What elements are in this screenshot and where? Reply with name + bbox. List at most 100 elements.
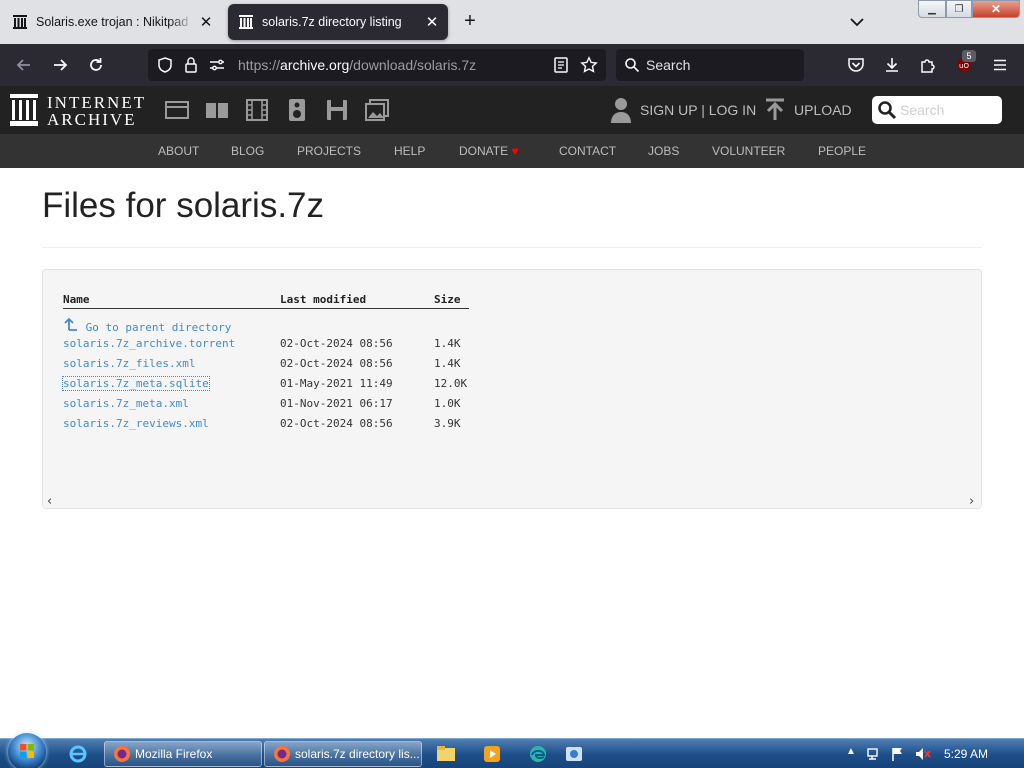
lock-icon[interactable] xyxy=(182,56,200,74)
file-link[interactable]: solaris.7z_meta.xml xyxy=(63,397,189,410)
nav-about[interactable]: ABOUT xyxy=(158,144,199,158)
upload-icon xyxy=(766,98,784,120)
heart-icon: ♥ xyxy=(511,144,519,158)
audio-speaker-icon[interactable] xyxy=(284,98,310,122)
control-panel-icon[interactable] xyxy=(556,741,592,767)
page-title: Files for solaris.7z xyxy=(42,186,325,225)
images-icon[interactable] xyxy=(364,98,390,122)
tab-nikitpad[interactable]: Solaris.exe trojan : Nikitpad : Fre ✕ xyxy=(2,4,222,40)
action-center-flag-icon[interactable] xyxy=(890,746,906,762)
media-player-icon[interactable] xyxy=(474,741,510,767)
file-modified: 02-Oct-2024 08:56 xyxy=(280,417,393,430)
windows-logo-icon xyxy=(20,744,34,758)
chevron-down-icon[interactable] xyxy=(846,12,868,32)
window-controls: ▁ ❐ ✕ xyxy=(918,0,1020,18)
back-button[interactable] xyxy=(12,53,36,77)
wordmark-line-2: ARCHIVE xyxy=(47,110,137,129)
tab-title: solaris.7z directory listing xyxy=(262,15,402,29)
taskbar-button-label: solaris.7z directory lis... xyxy=(295,747,420,761)
video-film-icon[interactable] xyxy=(244,98,270,122)
taskbar-firefox-button[interactable]: Mozilla Firefox xyxy=(104,741,262,767)
windows-taskbar: Mozilla Firefox solaris.7z directory lis… xyxy=(0,733,1024,768)
nav-volunteer[interactable]: VOLUNTEER xyxy=(712,144,785,158)
parent-directory-link[interactable]: Go to parent directory xyxy=(63,317,231,334)
file-link[interactable]: solaris.7z_meta.sqlite xyxy=(62,376,210,391)
show-hidden-icons-icon[interactable]: ▲ xyxy=(846,746,856,757)
ia-search-input[interactable]: Search xyxy=(872,96,1002,124)
network-icon[interactable] xyxy=(866,746,882,762)
file-modified: 01-Nov-2021 06:17 xyxy=(280,397,393,410)
volume-muted-icon[interactable] xyxy=(914,746,932,762)
extensions-button[interactable] xyxy=(916,53,940,77)
forward-button[interactable] xyxy=(48,53,72,77)
scroll-left-icon[interactable]: ‹ xyxy=(47,494,52,509)
internet-archive-wordmark[interactable]: INTERNET ARCHIVE xyxy=(47,94,146,128)
browser-tab-strip: Solaris.exe trojan : Nikitpad : Fre ✕ so… xyxy=(0,0,1024,44)
scroll-right-icon[interactable]: › xyxy=(969,494,974,509)
file-modified: 02-Oct-2024 08:56 xyxy=(280,357,393,370)
url-bar[interactable]: https://archive.org/download/solaris.7z xyxy=(148,49,606,81)
file-link[interactable]: solaris.7z_archive.torrent xyxy=(63,337,235,350)
bookmark-star-icon[interactable] xyxy=(580,56,598,74)
internet-explorer-icon[interactable] xyxy=(60,741,96,767)
shield-icon[interactable] xyxy=(156,56,174,74)
taskbar-solaris-button[interactable]: solaris.7z directory lis... xyxy=(264,741,422,767)
download-icon xyxy=(886,58,898,72)
search-icon xyxy=(878,101,897,120)
sign-up-log-in-link[interactable]: SIGN UP | LOG IN xyxy=(610,94,756,126)
file-link[interactable]: solaris.7z_files.xml xyxy=(63,357,195,370)
nav-jobs[interactable]: JOBS xyxy=(648,144,679,158)
new-tab-button[interactable]: + xyxy=(458,10,482,34)
nav-projects[interactable]: PROJECTS xyxy=(297,144,361,158)
pocket-icon xyxy=(848,58,864,72)
file-size: 1.4K xyxy=(434,337,461,350)
pocket-button[interactable] xyxy=(844,53,868,77)
file-link[interactable]: solaris.7z_reviews.xml xyxy=(63,417,209,430)
start-button[interactable] xyxy=(8,733,46,768)
restore-button[interactable]: ❐ xyxy=(946,0,972,18)
menu-button[interactable] xyxy=(988,53,1012,77)
internet-archive-logo-icon[interactable] xyxy=(10,94,38,126)
archive-favicon-icon xyxy=(13,15,27,29)
url-path: /download/solaris.7z xyxy=(349,57,477,73)
browser-search-bar[interactable]: Search xyxy=(616,49,804,81)
taskbar-button-label: Mozilla Firefox xyxy=(135,747,213,761)
close-window-button[interactable]: ✕ xyxy=(972,0,1020,18)
url-scheme: https:// xyxy=(238,57,281,73)
permissions-icon[interactable] xyxy=(208,56,226,74)
tab-close-icon[interactable]: ✕ xyxy=(194,13,218,31)
file-modified: 01-May-2021 11:49 xyxy=(280,377,393,390)
url-text[interactable]: https://archive.org/download/solaris.7z xyxy=(238,57,476,73)
file-size: 1.0K xyxy=(434,397,461,410)
upload-link[interactable]: UPLOAD xyxy=(764,94,852,126)
nav-blog[interactable]: BLOG xyxy=(231,144,264,158)
search-icon xyxy=(625,58,640,73)
hamburger-menu-icon xyxy=(994,59,1006,71)
reader-view-icon[interactable] xyxy=(552,56,570,74)
minimize-button[interactable]: ▁ xyxy=(918,0,946,18)
explorer-folder-icon[interactable] xyxy=(428,741,464,767)
nav-people[interactable]: PEOPLE xyxy=(818,144,866,158)
nav-donate[interactable]: DONATE ♥ xyxy=(459,144,519,158)
table-row: solaris.7z_files.xml 02-Oct-2024 08:56 1… xyxy=(63,357,483,373)
downloads-button[interactable] xyxy=(880,53,904,77)
reload-button[interactable] xyxy=(84,53,108,77)
table-row: solaris.7z_meta.sqlite 01-May-2021 11:49… xyxy=(62,376,483,393)
wordmark-line-1: INTERNET xyxy=(47,93,147,112)
software-floppy-icon[interactable] xyxy=(324,98,350,122)
ia-nav-bar: ABOUT BLOG PROJECTS HELP DONATE ♥ CONTAC… xyxy=(0,134,1024,168)
edge-icon[interactable] xyxy=(520,741,556,767)
clock[interactable]: 5:29 AM xyxy=(944,747,988,761)
texts-book-icon[interactable] xyxy=(204,98,230,122)
tab-solaris-listing[interactable]: solaris.7z directory listing ✕ xyxy=(228,4,448,40)
forward-arrow-icon xyxy=(54,59,68,71)
tab-close-icon[interactable]: ✕ xyxy=(420,13,444,31)
web-archive-icon[interactable] xyxy=(164,98,190,122)
ia-top-bar: INTERNET ARCHIVE SIGN UP | LOG IN UPLOAD… xyxy=(0,86,1024,134)
table-row: solaris.7z_meta.xml 01-Nov-2021 06:17 1.… xyxy=(63,397,483,413)
nav-contact[interactable]: CONTACT xyxy=(559,144,616,158)
directory-listing: Name Last modified Size Go to parent dir… xyxy=(42,269,982,509)
parent-directory-label: Go to parent directory xyxy=(85,321,232,334)
nav-help[interactable]: HELP xyxy=(394,144,425,158)
puzzle-icon xyxy=(921,59,935,73)
